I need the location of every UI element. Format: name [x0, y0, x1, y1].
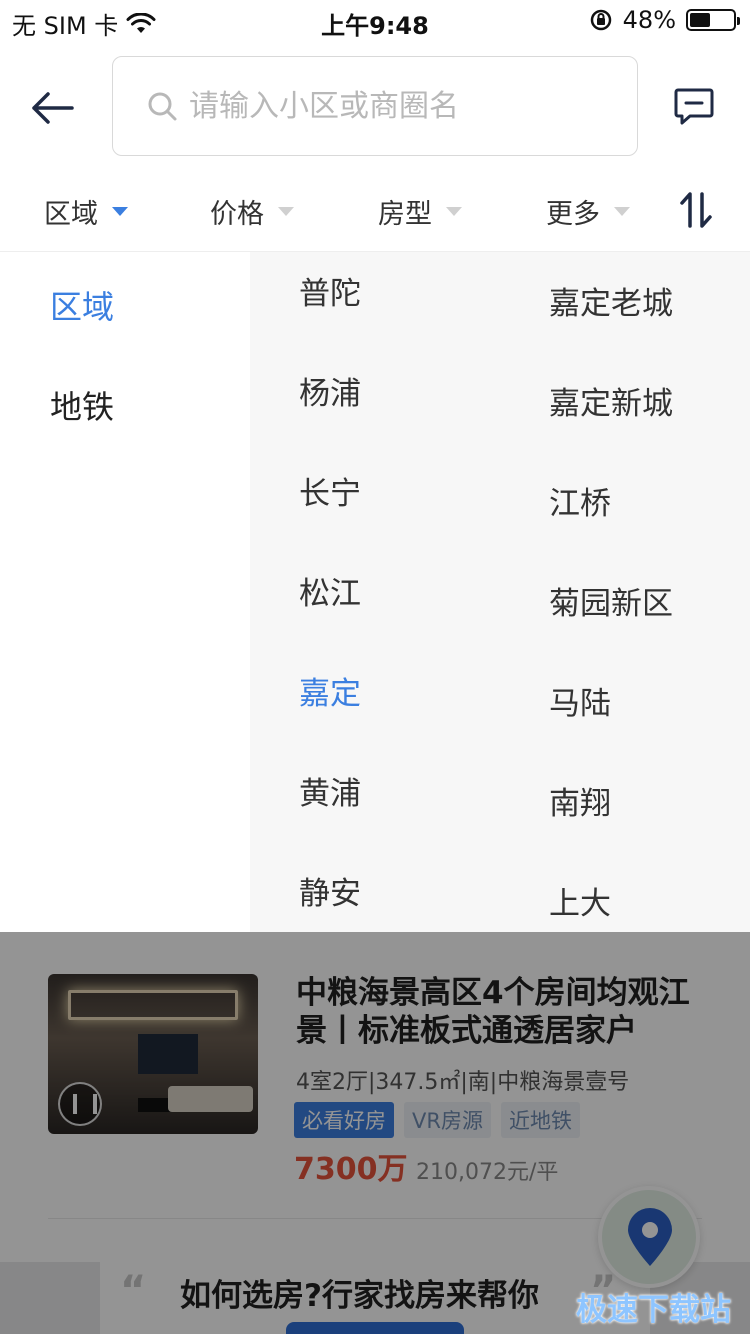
search-icon — [148, 92, 177, 121]
sub-area-column[interactable]: 嘉定老城 嘉定新城 江桥 菊园新区 马陆 南翔 上大 — [500, 252, 750, 932]
message-icon[interactable] — [672, 84, 716, 128]
district-item[interactable]: 黄浦 — [299, 768, 361, 813]
district-item[interactable]: 长宁 — [299, 468, 361, 513]
district-item[interactable]: 静安 — [299, 868, 361, 913]
district-column[interactable]: 普陀 杨浦 长宁 松江 嘉定 黄浦 静安 — [250, 252, 500, 932]
district-item-selected[interactable]: 嘉定 — [299, 668, 361, 713]
district-item[interactable]: 松江 — [299, 568, 361, 613]
filter-tab-label: 更多 — [546, 199, 600, 230]
sub-area-item[interactable]: 上大 — [549, 878, 611, 923]
dropdown-triangle-icon — [446, 207, 462, 216]
dropdown-triangle-icon — [614, 207, 630, 216]
filter-tab-area[interactable]: 区域 — [44, 192, 128, 231]
search-box[interactable] — [112, 56, 638, 156]
filter-tab-label: 价格 — [210, 199, 264, 230]
sub-area-item[interactable]: 菊园新区 — [549, 578, 673, 623]
filter-tab-more[interactable]: 更多 — [546, 192, 630, 231]
sub-area-item[interactable]: 马陆 — [549, 678, 611, 723]
search-input[interactable] — [189, 88, 609, 124]
sub-area-item[interactable]: 江桥 — [549, 478, 611, 523]
category-item-subway[interactable]: 地铁 — [50, 382, 114, 428]
back-arrow-icon[interactable] — [28, 84, 76, 132]
status-bar: 无 SIM 卡 上午9:48 48% — [0, 0, 750, 40]
rotation-lock-icon — [590, 9, 611, 31]
dropdown-triangle-icon — [112, 207, 128, 216]
dropdown-triangle-icon — [278, 207, 294, 216]
filter-bar: 区域 价格 房型 更多 — [0, 170, 750, 252]
dim-overlay[interactable] — [0, 932, 750, 1334]
header — [0, 40, 750, 170]
battery-icon — [686, 9, 740, 31]
watermark: 极速下载站 — [576, 1292, 731, 1328]
category-item-area[interactable]: 区域 — [50, 282, 114, 328]
district-item[interactable]: 普陀 — [299, 268, 361, 313]
sub-area-item[interactable]: 嘉定老城 — [549, 278, 673, 323]
category-column: 区域 地铁 — [0, 252, 250, 932]
sort-icon[interactable] — [676, 190, 716, 230]
filter-tab-price[interactable]: 价格 — [210, 192, 294, 231]
filter-tab-label: 房型 — [378, 199, 432, 230]
battery-percent: 48% — [622, 6, 676, 34]
sub-area-item[interactable]: 南翔 — [549, 778, 611, 823]
battery-fill — [690, 13, 711, 27]
status-right: 48% — [589, 6, 740, 34]
sub-area-item[interactable]: 嘉定新城 — [549, 378, 673, 423]
filter-tab-layout[interactable]: 房型 — [378, 192, 462, 231]
district-item[interactable]: 杨浦 — [299, 368, 361, 413]
filter-tab-label: 区域 — [44, 199, 98, 230]
area-dropdown-panel: 区域 地铁 普陀 杨浦 长宁 松江 嘉定 黄浦 静安 嘉定老城 嘉定新城 江桥 … — [0, 252, 750, 932]
